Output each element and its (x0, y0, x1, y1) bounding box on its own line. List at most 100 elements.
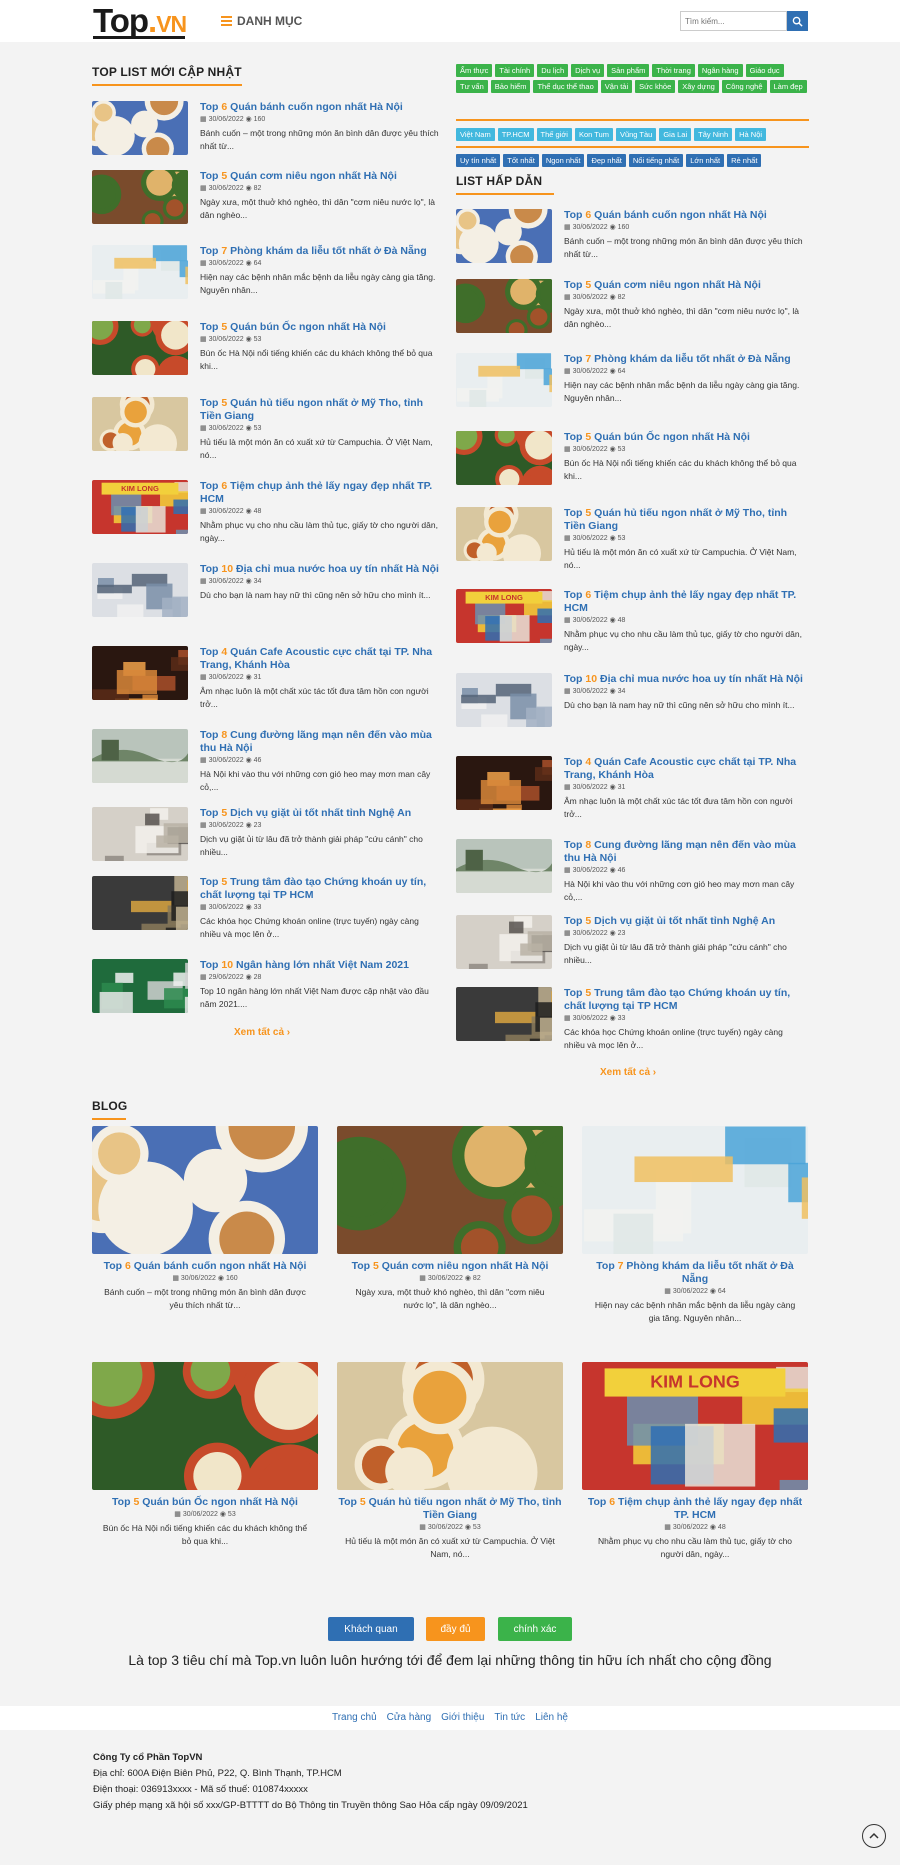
new-list-item[interactable]: Top 5 Quán hủ tiếu ngon nhất ở Mỹ Tho, t… (92, 397, 442, 460)
article-title[interactable]: Top 7 Phòng khám da liễu tốt nhất ở Đà N… (564, 353, 804, 366)
article-thumbnail[interactable] (92, 807, 188, 861)
blog-card[interactable]: KIM LONG Top 6 Tiệm chụp ảnh thẻ lấy nga… (582, 1362, 808, 1561)
location-tag[interactable]: Vũng Tàu (615, 128, 657, 141)
quality-tag[interactable]: Uy tín nhất (456, 154, 501, 167)
topic-tag[interactable]: Du lịch (537, 64, 569, 77)
footer-nav-link[interactable]: Cửa hàng (387, 1712, 432, 1723)
article-thumbnail[interactable]: KIM LONG (456, 589, 552, 643)
topic-tag[interactable]: Tài chính (495, 64, 535, 77)
topic-tag[interactable]: Thể dục thể thao (533, 80, 598, 93)
article-title[interactable]: Top 6 Quán bánh cuốn ngon nhất Hà Nội (564, 209, 804, 222)
article-title[interactable]: Top 5 Quán bún Ốc ngon nhất Hà Nội (200, 321, 440, 334)
site-logo[interactable]: Top.VN (93, 3, 187, 42)
blog-card[interactable]: Top 7 Phòng khám da liễu tốt nhất ở Đà N… (582, 1126, 808, 1325)
article-thumbnail[interactable] (456, 353, 552, 407)
new-list-item[interactable]: Top 5 Trung tâm đào tạo Chứng khoán uy t… (92, 876, 442, 939)
new-list-item[interactable]: Top 5 Quán cơm niêu ngon nhất Hà Nội ▦ 3… (92, 170, 442, 230)
article-title[interactable]: Top 5 Trung tâm đào tạo Chứng khoán uy t… (200, 876, 440, 902)
topic-tag[interactable]: Sản phẩm (607, 64, 650, 77)
blog-title[interactable]: Top 5 Quán hủ tiếu ngon nhất ở Mỹ Tho, t… (337, 1496, 563, 1522)
blog-card[interactable]: Top 6 Quán bánh cuốn ngon nhất Hà Nội ▦ … (92, 1126, 318, 1312)
new-list-item[interactable]: Top 6 Quán bánh cuốn ngon nhất Hà Nội ▦ … (92, 101, 442, 161)
article-title[interactable]: Top 4 Quán Cafe Acoustic cực chất tại TP… (200, 646, 440, 672)
article-title[interactable]: Top 5 Quán hủ tiếu ngon nhất ở Mỹ Tho, t… (200, 397, 440, 423)
article-thumbnail[interactable]: KIM LONG (92, 480, 188, 534)
article-title[interactable]: Top 5 Dịch vụ giặt ủi tốt nhất tỉnh Nghệ… (564, 915, 804, 928)
article-thumbnail[interactable] (456, 756, 552, 810)
hot-list-item[interactable]: Top 5 Quán bún Ốc ngon nhất Hà Nội ▦ 30/… (456, 431, 806, 491)
blog-image[interactable] (337, 1362, 563, 1490)
topic-tag[interactable]: Tư vấn (456, 80, 488, 93)
topic-tag[interactable]: Giáo dục (745, 64, 784, 77)
article-title[interactable]: Top 6 Tiệm chụp ảnh thẻ lấy ngay đẹp nhấ… (564, 589, 804, 615)
complete-button[interactable]: đầy đủ (426, 1617, 485, 1641)
hot-list-item[interactable]: Top 5 Dịch vụ giặt ủi tốt nhất tỉnh Nghệ… (456, 915, 806, 975)
article-title[interactable]: Top 8 Cung đường lãng mạn nên đến vào mù… (200, 729, 440, 755)
quality-tag[interactable]: Ngon nhất (541, 154, 585, 167)
location-tag[interactable]: Thế giới (536, 128, 572, 141)
blog-image[interactable]: KIM LONG (582, 1362, 808, 1490)
topic-tag[interactable]: Xây dựng (678, 80, 719, 93)
hot-list-item[interactable]: Top 4 Quán Cafe Acoustic cực chất tại TP… (456, 756, 806, 819)
article-thumbnail[interactable] (456, 209, 552, 263)
new-list-item[interactable]: Top 7 Phòng khám da liễu tốt nhất ở Đà N… (92, 245, 442, 305)
article-title[interactable]: Top 10 Địa chỉ mua nước hoa uy tín nhất … (564, 673, 804, 686)
search-button[interactable] (787, 11, 808, 31)
blog-title[interactable]: Top 7 Phòng khám da liễu tốt nhất ở Đà N… (582, 1260, 808, 1286)
topic-tag[interactable]: Công nghệ (721, 80, 767, 93)
quality-tag[interactable]: Đẹp nhất (587, 154, 626, 167)
quality-tag[interactable]: Rẻ nhất (727, 154, 762, 167)
back-to-top-button[interactable] (862, 1824, 886, 1848)
topic-tag[interactable]: Thời trang (652, 64, 695, 77)
new-list-item[interactable]: Top 5 Dịch vụ giặt ủi tốt nhất tỉnh Nghệ… (92, 807, 442, 867)
new-list-view-all-link[interactable]: Xem tất cả › (234, 1027, 290, 1038)
topic-tag[interactable]: Vận tải (600, 80, 633, 93)
article-thumbnail[interactable] (92, 170, 188, 224)
topic-tag[interactable]: Bảo hiểm (490, 80, 531, 93)
article-thumbnail[interactable] (456, 987, 552, 1041)
article-title[interactable]: Top 5 Quán bún Ốc ngon nhất Hà Nội (564, 431, 804, 444)
topic-tag[interactable]: Ẩm thực (456, 64, 493, 77)
quality-tag[interactable]: Tốt nhất (503, 154, 539, 167)
blog-title[interactable]: Top 5 Quán bún Ốc ngon nhất Hà Nội (92, 1496, 318, 1509)
article-thumbnail[interactable] (456, 915, 552, 969)
article-thumbnail[interactable] (92, 729, 188, 783)
article-title[interactable]: Top 10 Ngân hàng lớn nhất Việt Nam 2021 (200, 959, 440, 972)
article-title[interactable]: Top 6 Tiệm chụp ảnh thẻ lấy ngay đẹp nhấ… (200, 480, 440, 506)
hot-list-item[interactable]: KIM LONG Top 6 Tiệm chụp ảnh thẻ lấy nga… (456, 589, 806, 652)
topic-tag[interactable]: Làm đẹp (769, 80, 807, 93)
location-tag[interactable]: Hà Nội (735, 128, 767, 141)
article-title[interactable]: Top 4 Quán Cafe Acoustic cực chất tại TP… (564, 756, 804, 782)
hot-list-item[interactable]: Top 6 Quán bánh cuốn ngon nhất Hà Nội ▦ … (456, 209, 806, 269)
hot-list-item[interactable]: Top 5 Trung tâm đào tạo Chứng khoán uy t… (456, 987, 806, 1050)
hot-list-view-all-link[interactable]: Xem tất cả › (600, 1067, 656, 1078)
blog-image[interactable] (582, 1126, 808, 1254)
hot-list-item[interactable]: Top 10 Địa chỉ mua nước hoa uy tín nhất … (456, 673, 806, 733)
article-title[interactable]: Top 7 Phòng khám da liễu tốt nhất ở Đà N… (200, 245, 440, 258)
footer-nav-link[interactable]: Tin tức (494, 1712, 525, 1723)
article-title[interactable]: Top 5 Quán hủ tiếu ngon nhất ở Mỹ Tho, t… (564, 507, 804, 533)
blog-image[interactable] (92, 1126, 318, 1254)
hot-list-item[interactable]: Top 5 Quán hủ tiếu ngon nhất ở Mỹ Tho, t… (456, 507, 806, 570)
topic-tag[interactable]: Sức khỏe (635, 80, 676, 93)
article-title[interactable]: Top 6 Quán bánh cuốn ngon nhất Hà Nội (200, 101, 440, 114)
article-thumbnail[interactable] (456, 839, 552, 893)
new-list-item[interactable]: Top 10 Ngân hàng lớn nhất Việt Nam 2021 … (92, 959, 442, 1019)
quality-tag[interactable]: Nổi tiếng nhất (628, 154, 684, 167)
blog-card[interactable]: Top 5 Quán hủ tiếu ngon nhất ở Mỹ Tho, t… (337, 1362, 563, 1561)
hot-list-item[interactable]: Top 8 Cung đường lãng mạn nên đến vào mù… (456, 839, 806, 902)
article-title[interactable]: Top 8 Cung đường lãng mạn nên đến vào mù… (564, 839, 804, 865)
new-list-item[interactable]: Top 8 Cung đường lãng mạn nên đến vào mù… (92, 729, 442, 792)
article-thumbnail[interactable] (92, 563, 188, 617)
article-thumbnail[interactable] (456, 431, 552, 485)
category-menu-button[interactable]: DANH MỤC (221, 14, 302, 28)
hot-list-item[interactable]: Top 7 Phòng khám da liễu tốt nhất ở Đà N… (456, 353, 806, 413)
article-title[interactable]: Top 10 Địa chỉ mua nước hoa uy tín nhất … (200, 563, 440, 576)
article-title[interactable]: Top 5 Quán cơm niêu ngon nhất Hà Nội (200, 170, 440, 183)
location-tag[interactable]: Kon Tum (574, 128, 613, 141)
blog-title[interactable]: Top 6 Tiệm chụp ảnh thẻ lấy ngay đẹp nhấ… (582, 1496, 808, 1522)
location-tag[interactable]: Tây Ninh (694, 128, 733, 141)
new-list-item[interactable]: Top 10 Địa chỉ mua nước hoa uy tín nhất … (92, 563, 442, 623)
article-title[interactable]: Top 5 Quán cơm niêu ngon nhất Hà Nội (564, 279, 804, 292)
footer-nav-link[interactable]: Trang chủ (332, 1712, 377, 1723)
